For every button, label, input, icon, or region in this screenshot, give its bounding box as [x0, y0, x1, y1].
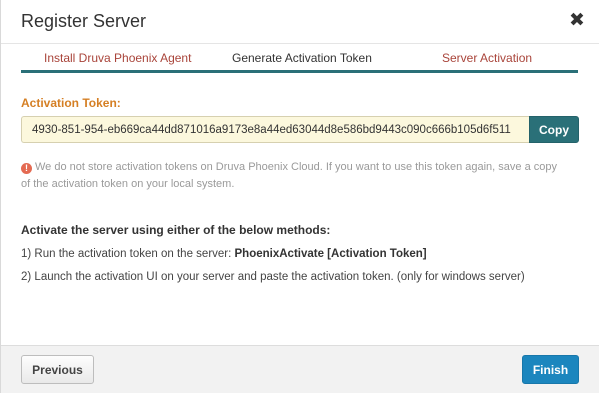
finish-button[interactable]: Finish — [522, 355, 579, 384]
dialog-title: Register Server — [21, 11, 147, 31]
copy-button[interactable]: Copy — [529, 116, 579, 143]
dialog-header: Register Server ✖ — [1, 0, 599, 44]
methods-heading: Activate the server using either of the … — [21, 223, 331, 237]
step-install-agent[interactable]: Install Druva Phoenix Agent — [44, 51, 191, 65]
method-1-command: PhoenixActivate [Activation Token] — [234, 248, 427, 260]
info-icon: ! — [21, 163, 32, 174]
wizard-steps: Install Druva Phoenix Agent Generate Act… — [21, 44, 578, 74]
step-generate-token: Generate Activation Token — [232, 51, 372, 65]
close-icon[interactable]: ✖ — [566, 10, 588, 32]
method-1-text: 1) Run the activation token on the serve… — [21, 248, 235, 260]
method-1: 1) Run the activation token on the serve… — [21, 248, 427, 260]
steps-progress-bar — [21, 70, 578, 73]
method-2: 2) Launch the activation UI on your serv… — [21, 271, 525, 283]
step-server-activation[interactable]: Server Activation — [442, 51, 532, 65]
dialog-footer: Previous Finish — [1, 345, 599, 393]
activation-token-label: Activation Token: — [21, 96, 121, 110]
previous-button[interactable]: Previous — [21, 355, 94, 384]
activation-token-field[interactable] — [21, 116, 529, 143]
token-storage-note: ! We do not store activation tokens on Dr… — [21, 159, 566, 193]
register-server-dialog: Register Server ✖ Install Druva Phoenix … — [0, 0, 599, 393]
activation-token-group: Copy — [21, 116, 579, 143]
token-storage-note-text: We do not store activation tokens on Dru… — [21, 161, 557, 190]
